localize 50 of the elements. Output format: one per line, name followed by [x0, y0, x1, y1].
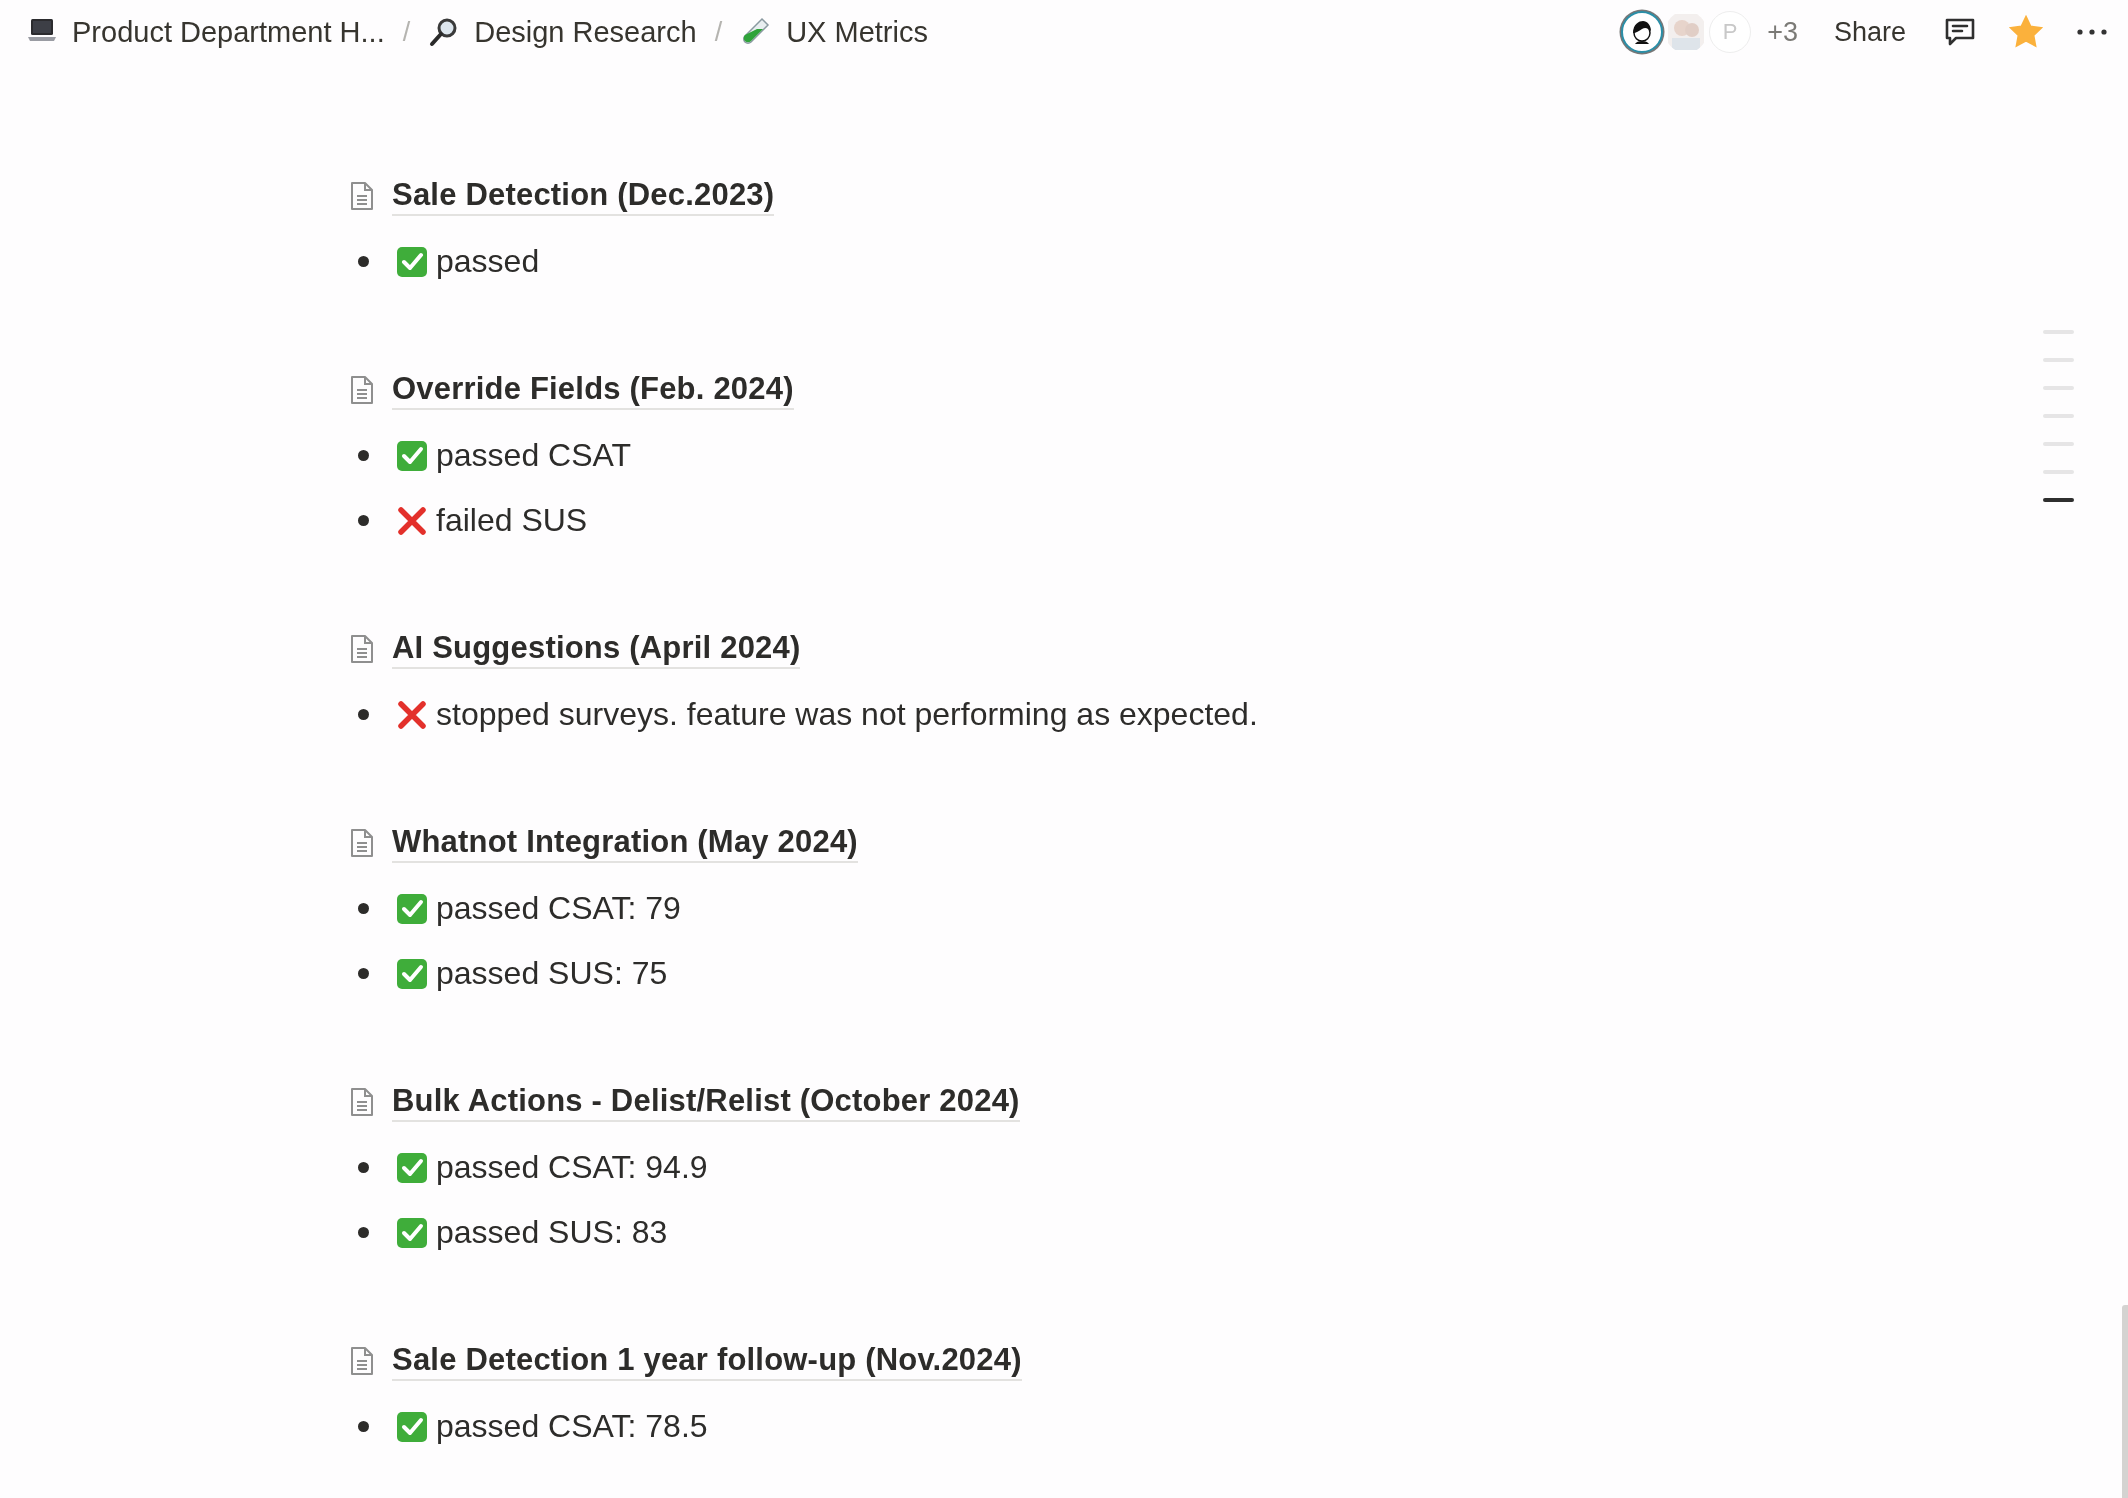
bullet-icon — [358, 450, 369, 461]
breadcrumb-link[interactable]: UX Metrics — [736, 13, 932, 51]
bullet-icon — [358, 709, 369, 720]
check-icon — [396, 1151, 428, 1184]
list-item-text: passed CSAT: 78.5 — [436, 1408, 708, 1445]
star-icon[interactable] — [2008, 14, 2044, 50]
document-icon — [348, 181, 376, 211]
page-link[interactable]: Sale Detection 1 year follow-up (Nov.2024) — [348, 1339, 1258, 1383]
scrollbar[interactable] — [2122, 1305, 2128, 1498]
cross-icon — [396, 698, 428, 731]
list-item-text: passed CSAT: 94.9 — [436, 1149, 708, 1186]
bullet-icon — [358, 903, 369, 914]
check-icon — [396, 957, 428, 990]
bullet-icon — [358, 1421, 369, 1432]
collaborator-count[interactable]: +3 — [1767, 16, 1798, 48]
page-link[interactable]: Whatnot Integration (May 2024) — [348, 821, 1258, 865]
check-icon — [396, 1216, 428, 1249]
document-icon — [348, 634, 376, 664]
avatar[interactable] — [1621, 11, 1664, 53]
page-link[interactable]: Bulk Actions - Delist/Relist (October 2024) — [348, 1080, 1258, 1124]
check-icon — [396, 439, 428, 472]
page-link[interactable]: Sale Detection (Dec.2023) — [348, 174, 1258, 218]
outline-marker[interactable] — [2043, 498, 2074, 502]
bullet-icon — [358, 515, 369, 526]
bullet-icon — [358, 256, 369, 267]
check-icon — [396, 892, 428, 925]
cross-icon — [396, 504, 428, 537]
list-item-text: passed CSAT — [436, 437, 632, 474]
document-icon — [348, 828, 376, 858]
list-item-text: passed SUS: 83 — [436, 1214, 668, 1251]
check-icon — [396, 245, 428, 278]
list-item-text: passed SUS: 75 — [436, 955, 668, 992]
check-icon — [396, 1410, 428, 1443]
bullet-icon — [358, 968, 369, 979]
breadcrumb-link[interactable]: Design Research — [424, 13, 701, 51]
page-link[interactable]: AI Suggestions (April 2024) — [348, 627, 1258, 671]
list-item-text: passed CSAT: 79 — [436, 890, 681, 927]
breadcrumb-separator: / — [714, 16, 723, 48]
document-icon — [348, 1346, 376, 1376]
bullet-icon — [358, 1162, 369, 1173]
breadcrumb-separator: / — [402, 16, 411, 48]
document-icon — [348, 375, 376, 405]
document-icon — [348, 1087, 376, 1117]
bullet-icon — [358, 1227, 369, 1238]
list-item-text: passed — [436, 243, 540, 280]
page-link[interactable]: Override Fields (Feb. 2024) — [348, 368, 1258, 412]
breadcrumb-link[interactable]: Product Department H... — [22, 13, 389, 51]
list-item-text: failed SUS — [436, 502, 588, 539]
list-item-text: stopped surveys. feature was not performing as expected. — [436, 696, 1258, 733]
share-button[interactable]: Share — [1827, 12, 1912, 52]
